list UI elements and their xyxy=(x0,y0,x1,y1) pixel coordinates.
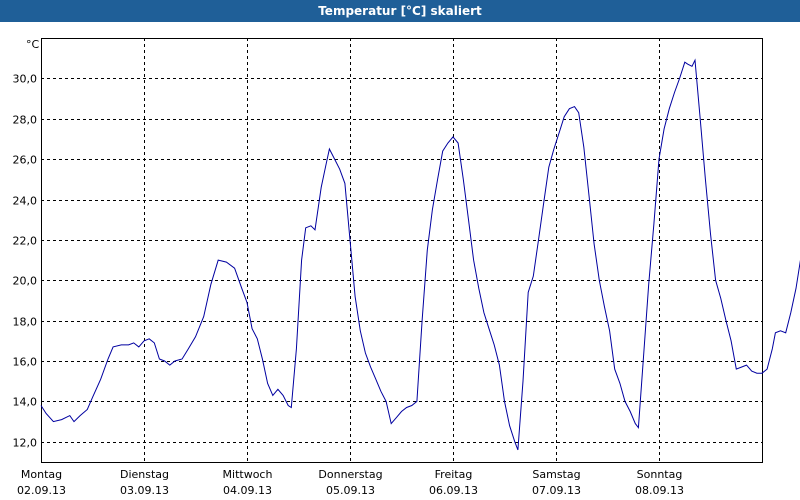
y-tick-label: 28,0 xyxy=(13,114,38,127)
plot-frame xyxy=(41,38,763,463)
x-tick-date-label: 07.09.13 xyxy=(532,484,581,497)
x-tick-labels: Montag 02.09.13 Dienstag 03.09.13 Mittwoch 04… xyxy=(17,468,684,497)
x-tick-day-label: Sonntag xyxy=(637,468,683,481)
y-tick-label: 20,0 xyxy=(13,275,38,288)
x-tick-day-label: Samstag xyxy=(532,468,580,481)
y-tick-labels: 12,0 14,0 16,0 18,0 20,0 22,0 24,0 26,0 28,0 30,0 xyxy=(13,73,38,450)
x-tick-date-label: 06.09.13 xyxy=(429,484,478,497)
y-tick-label: 30,0 xyxy=(13,73,38,86)
x-tick-day-label: Mittwoch xyxy=(223,468,273,481)
x-tick-day-label: Montag xyxy=(21,468,62,481)
x-tick-day-label: Freitag xyxy=(435,468,473,481)
y-tick-label: 18,0 xyxy=(13,316,38,329)
grid-lines xyxy=(41,38,762,462)
x-tick-day-label: Dienstag xyxy=(120,468,169,481)
y-tick-label: 16,0 xyxy=(13,356,38,369)
temperature-chart: 12,0 14,0 16,0 18,0 20,0 22,0 24,0 26,0 28,0 30,0… xyxy=(13,38,800,497)
y-tick-label: 24,0 xyxy=(13,195,38,208)
x-tick-day-label: Donnerstag xyxy=(318,468,382,481)
temperature-series-line xyxy=(40,58,800,451)
y-tick-label: 12,0 xyxy=(13,437,38,450)
y-tick-label: 22,0 xyxy=(13,235,38,248)
x-tick-date-label: 05.09.13 xyxy=(326,484,375,497)
y-tick-label: 26,0 xyxy=(13,154,38,167)
x-tick-date-label: 02.09.13 xyxy=(17,484,66,497)
x-tick-date-label: 03.09.13 xyxy=(120,484,169,497)
x-tick-date-label: 08.09.13 xyxy=(635,484,684,497)
x-tick-date-label: 04.09.13 xyxy=(223,484,272,497)
y-tick-label: 14,0 xyxy=(13,396,38,409)
